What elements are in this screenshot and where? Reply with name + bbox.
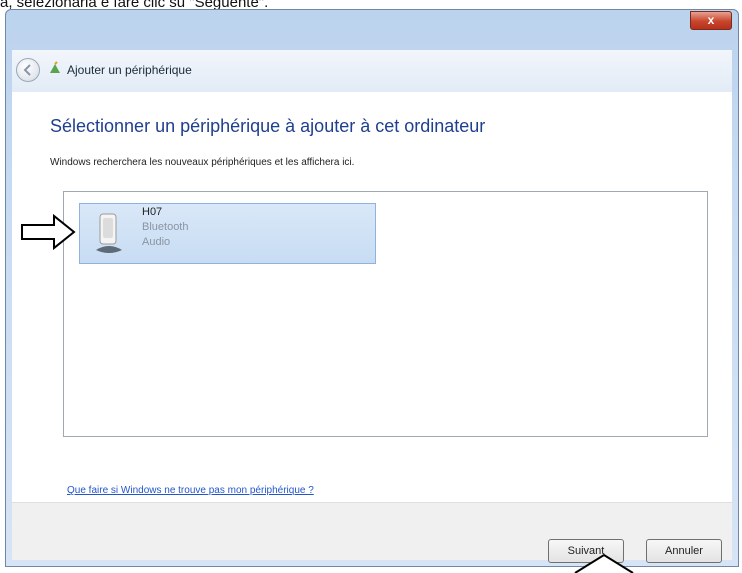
device-wizard-icon: [50, 61, 60, 73]
device-tile-h07[interactable]: H07 Bluetooth Audio: [79, 203, 376, 264]
pointer-arrow-up-icon: [574, 553, 634, 573]
close-button[interactable]: x: [690, 11, 732, 30]
wizard-header: Ajouter un périphérique: [12, 50, 732, 93]
help-link[interactable]: Que faire si Windows ne trouve pas mon p…: [67, 485, 314, 496]
add-device-window: x Ajouter un périphérique Sélectionner u…: [5, 9, 739, 567]
device-list[interactable]: H07 Bluetooth Audio: [63, 191, 708, 437]
page-heading: Sélectionner un périphérique à ajouter à…: [50, 116, 486, 136]
wizard-title: Ajouter un périphérique: [67, 63, 192, 77]
pointer-arrow-right-icon: [21, 213, 76, 251]
bluetooth-speaker-icon: [96, 213, 122, 253]
close-icon: x: [707, 13, 715, 27]
cancel-button[interactable]: Annuler: [646, 539, 722, 563]
device-type: Bluetooth: [142, 221, 189, 233]
page-subtext: Windows recherchera les nouveaux périphé…: [50, 157, 355, 168]
device-name: H07: [142, 206, 163, 218]
wizard-footer: Suivant Annuler: [12, 502, 732, 563]
back-button[interactable]: [16, 58, 40, 82]
wizard-content: Sélectionner un périphérique à ajouter à…: [12, 92, 732, 502]
back-arrow-icon: [23, 64, 31, 76]
device-class: Audio: [142, 236, 171, 248]
